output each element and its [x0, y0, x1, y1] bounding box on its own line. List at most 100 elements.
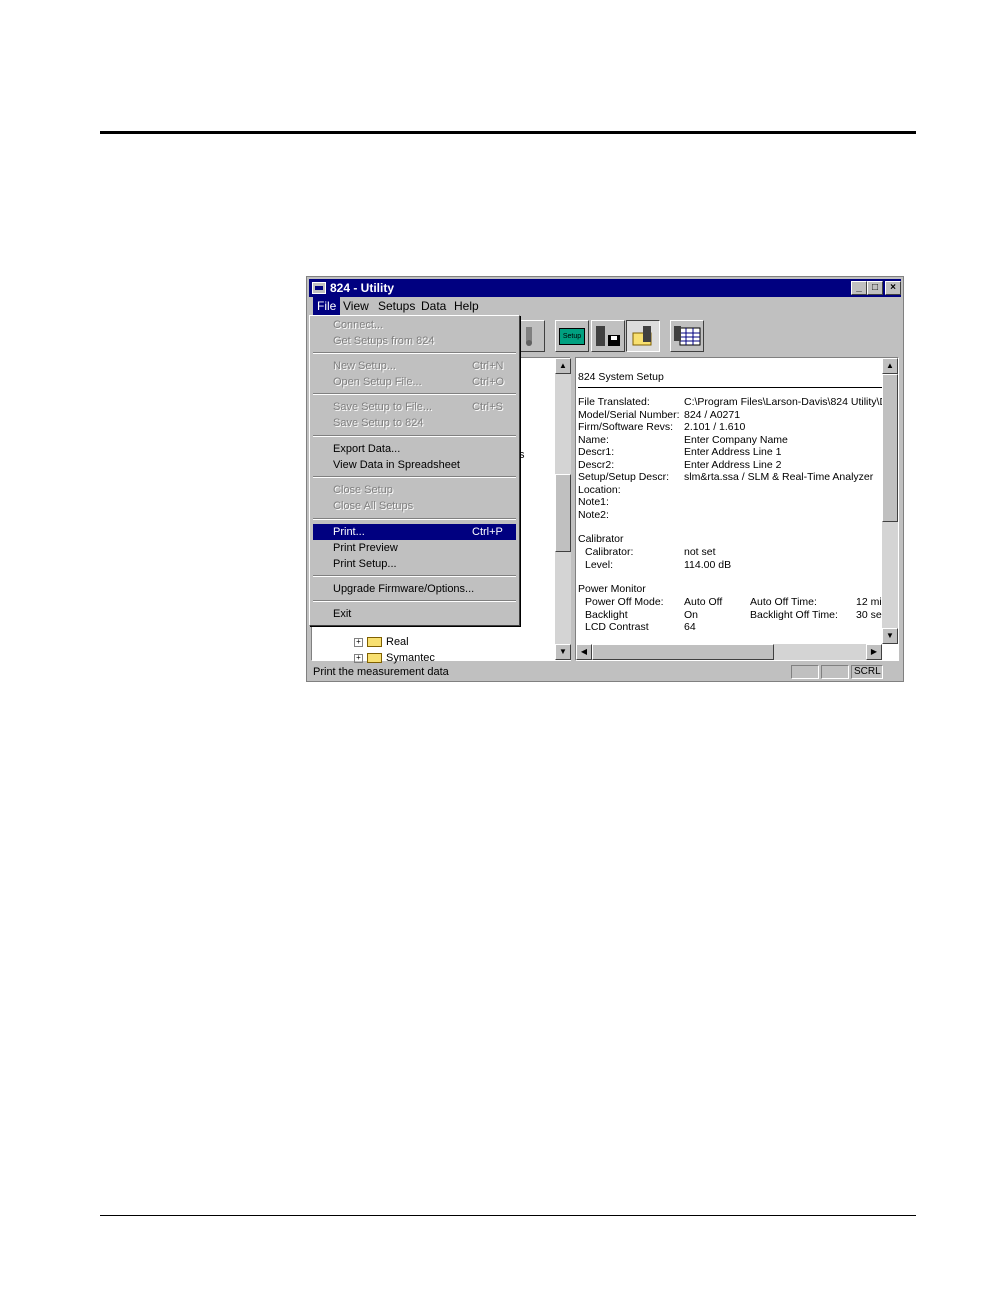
field-label: Location:	[578, 483, 621, 496]
field-value: slm&rta.ssa / SLM & Real-Time Analyzer	[684, 471, 874, 483]
menu-item-label: Print Setup...	[333, 558, 397, 570]
menu-item-shortcut: Ctrl+S	[472, 401, 503, 413]
file-menu-item: Close Setup	[313, 482, 516, 498]
menu-item-label: New Setup...	[333, 360, 396, 372]
status-panel-empty	[821, 665, 849, 679]
calibrator-label: Calibrator:	[585, 546, 634, 558]
power-value-2: 12 mi	[856, 596, 882, 608]
field-label: Firm/Software Revs:	[578, 421, 674, 433]
power-value: On	[684, 608, 699, 621]
window-title: 824 - Utility	[330, 281, 395, 295]
folder-device-icon	[632, 326, 652, 346]
calibrator-label: Level:	[585, 558, 614, 571]
tree-vertical-scrollbar[interactable]: ▲ ▼	[555, 358, 571, 660]
calibrator-heading: Calibrator	[578, 533, 624, 545]
expand-icon[interactable]: +	[354, 653, 363, 663]
field-label: Descr1:	[578, 446, 615, 458]
menu-item-label: Close All Setups	[333, 500, 414, 512]
folder-icon	[367, 653, 382, 664]
expand-icon[interactable]: +	[354, 637, 363, 647]
menu-item-label: Save Setup to 824	[333, 417, 424, 429]
file-menu-item[interactable]: Print... Ctrl+P	[313, 524, 516, 540]
file-menu-item[interactable]: View Data in Spreadsheet	[313, 457, 516, 473]
page-bottom-rule	[100, 1215, 916, 1216]
file-menu-item[interactable]: Exit	[313, 606, 516, 622]
scroll-down-arrow-icon[interactable]: ▼	[555, 644, 571, 660]
file-menu-item: Save Setup to 824	[313, 415, 516, 431]
menu-bar: File View Setups Data Help	[309, 297, 901, 315]
maximize-button[interactable]: □	[867, 281, 883, 295]
file-menu-item: Get Setups from 824	[313, 333, 516, 349]
view-horizontal-scrollbar[interactable]: ◀ ▶	[576, 644, 882, 660]
menu-item-label: Close Setup	[333, 484, 393, 496]
field-value: C:\Program Files\Larson-Davis\824 Utilit…	[684, 396, 888, 408]
setup-icon: Setup	[559, 328, 585, 345]
minimize-button[interactable]: _	[851, 281, 867, 295]
menu-setups[interactable]: Setups	[374, 297, 419, 315]
calibrator-value: not set	[684, 546, 716, 558]
file-menu-item[interactable]: Export Data...	[313, 441, 516, 457]
menu-item-shortcut: Ctrl+P	[472, 526, 503, 538]
status-scroll-lock: SCRL	[851, 665, 883, 679]
spreadsheet-button[interactable]	[670, 320, 704, 352]
field-label: Descr2:	[578, 458, 615, 471]
field-value: Enter Address Line 2	[684, 458, 782, 471]
power-label: Power Off Mode:	[585, 596, 664, 608]
scroll-left-arrow-icon[interactable]: ◀	[576, 644, 592, 660]
scroll-up-arrow-icon[interactable]: ▲	[882, 358, 898, 374]
power-value: Auto Off	[684, 596, 723, 608]
menu-view[interactable]: View	[339, 297, 373, 315]
tree-item[interactable]: + Real	[354, 636, 409, 648]
device-transfer-button[interactable]	[591, 320, 625, 352]
menu-separator	[313, 476, 516, 478]
menu-help[interactable]: Help	[450, 297, 483, 315]
view-vertical-scrollbar[interactable]: ▲ ▼	[882, 358, 898, 644]
field-value: 2.101 / 1.610	[684, 421, 746, 433]
app-icon[interactable]	[312, 282, 326, 294]
device-disk-icon	[596, 326, 620, 346]
field-value: Enter Company Name	[684, 433, 788, 446]
scroll-thumb[interactable]	[592, 644, 774, 660]
close-button[interactable]: ×	[885, 281, 901, 295]
power-value-2: 30 se	[856, 608, 882, 621]
scroll-down-arrow-icon[interactable]: ▼	[882, 628, 898, 644]
menu-item-shortcut: Ctrl+N	[472, 360, 504, 372]
menu-item-label: Open Setup File...	[333, 376, 422, 388]
tree-item-label: Real	[386, 636, 409, 648]
field-value: 824 / A0271	[684, 408, 741, 421]
menu-data[interactable]: Data	[417, 297, 450, 315]
menu-item-label: Connect...	[333, 319, 384, 331]
status-bar: Print the measurement data SCRL	[309, 663, 901, 681]
menu-item-label: Upgrade Firmware/Options...	[333, 583, 475, 595]
setup-tool-button[interactable]: Setup	[555, 320, 589, 352]
menu-file[interactable]: File	[313, 297, 341, 315]
page-top-rule	[100, 131, 916, 134]
scroll-up-arrow-icon[interactable]: ▲	[555, 358, 571, 374]
power-label-2: Auto Off Time:	[750, 596, 817, 608]
menu-item-label: Export Data...	[333, 443, 401, 455]
field-label: Setup/Setup Descr:	[578, 471, 670, 483]
scroll-thumb[interactable]	[555, 474, 571, 552]
menu-item-label: View Data in Spreadsheet	[333, 459, 460, 471]
menu-item-label: Exit	[333, 608, 352, 620]
menu-item-label: Get Setups from 824	[333, 335, 435, 347]
scroll-right-arrow-icon[interactable]: ▶	[866, 644, 882, 660]
menu-item-label: Print Preview	[333, 542, 398, 554]
file-menu-item[interactable]: Print Preview	[313, 540, 516, 556]
file-menu-item[interactable]: Print Setup...	[313, 556, 516, 572]
status-panel-empty	[791, 665, 819, 679]
field-value: Enter Address Line 1	[684, 446, 782, 458]
heading-divider	[578, 387, 882, 388]
menu-item-label: Print...	[333, 526, 365, 538]
file-menu-dropdown: Connect... Get Setups from 824 New Setup..…	[309, 315, 520, 626]
file-menu-item[interactable]: Upgrade Firmware/Options...	[313, 581, 516, 597]
menu-separator	[313, 352, 516, 354]
power-monitor-heading: Power Monitor	[578, 583, 646, 595]
file-menu-item: New Setup... Ctrl+N	[313, 358, 516, 374]
open-data-button[interactable]	[626, 320, 660, 352]
menu-separator	[313, 518, 516, 520]
field-label: Note1:	[578, 496, 609, 508]
scroll-thumb[interactable]	[882, 374, 898, 522]
file-menu-item: Save Setup to File... Ctrl+S	[313, 399, 516, 415]
power-label-2: Backlight Off Time:	[750, 608, 838, 621]
